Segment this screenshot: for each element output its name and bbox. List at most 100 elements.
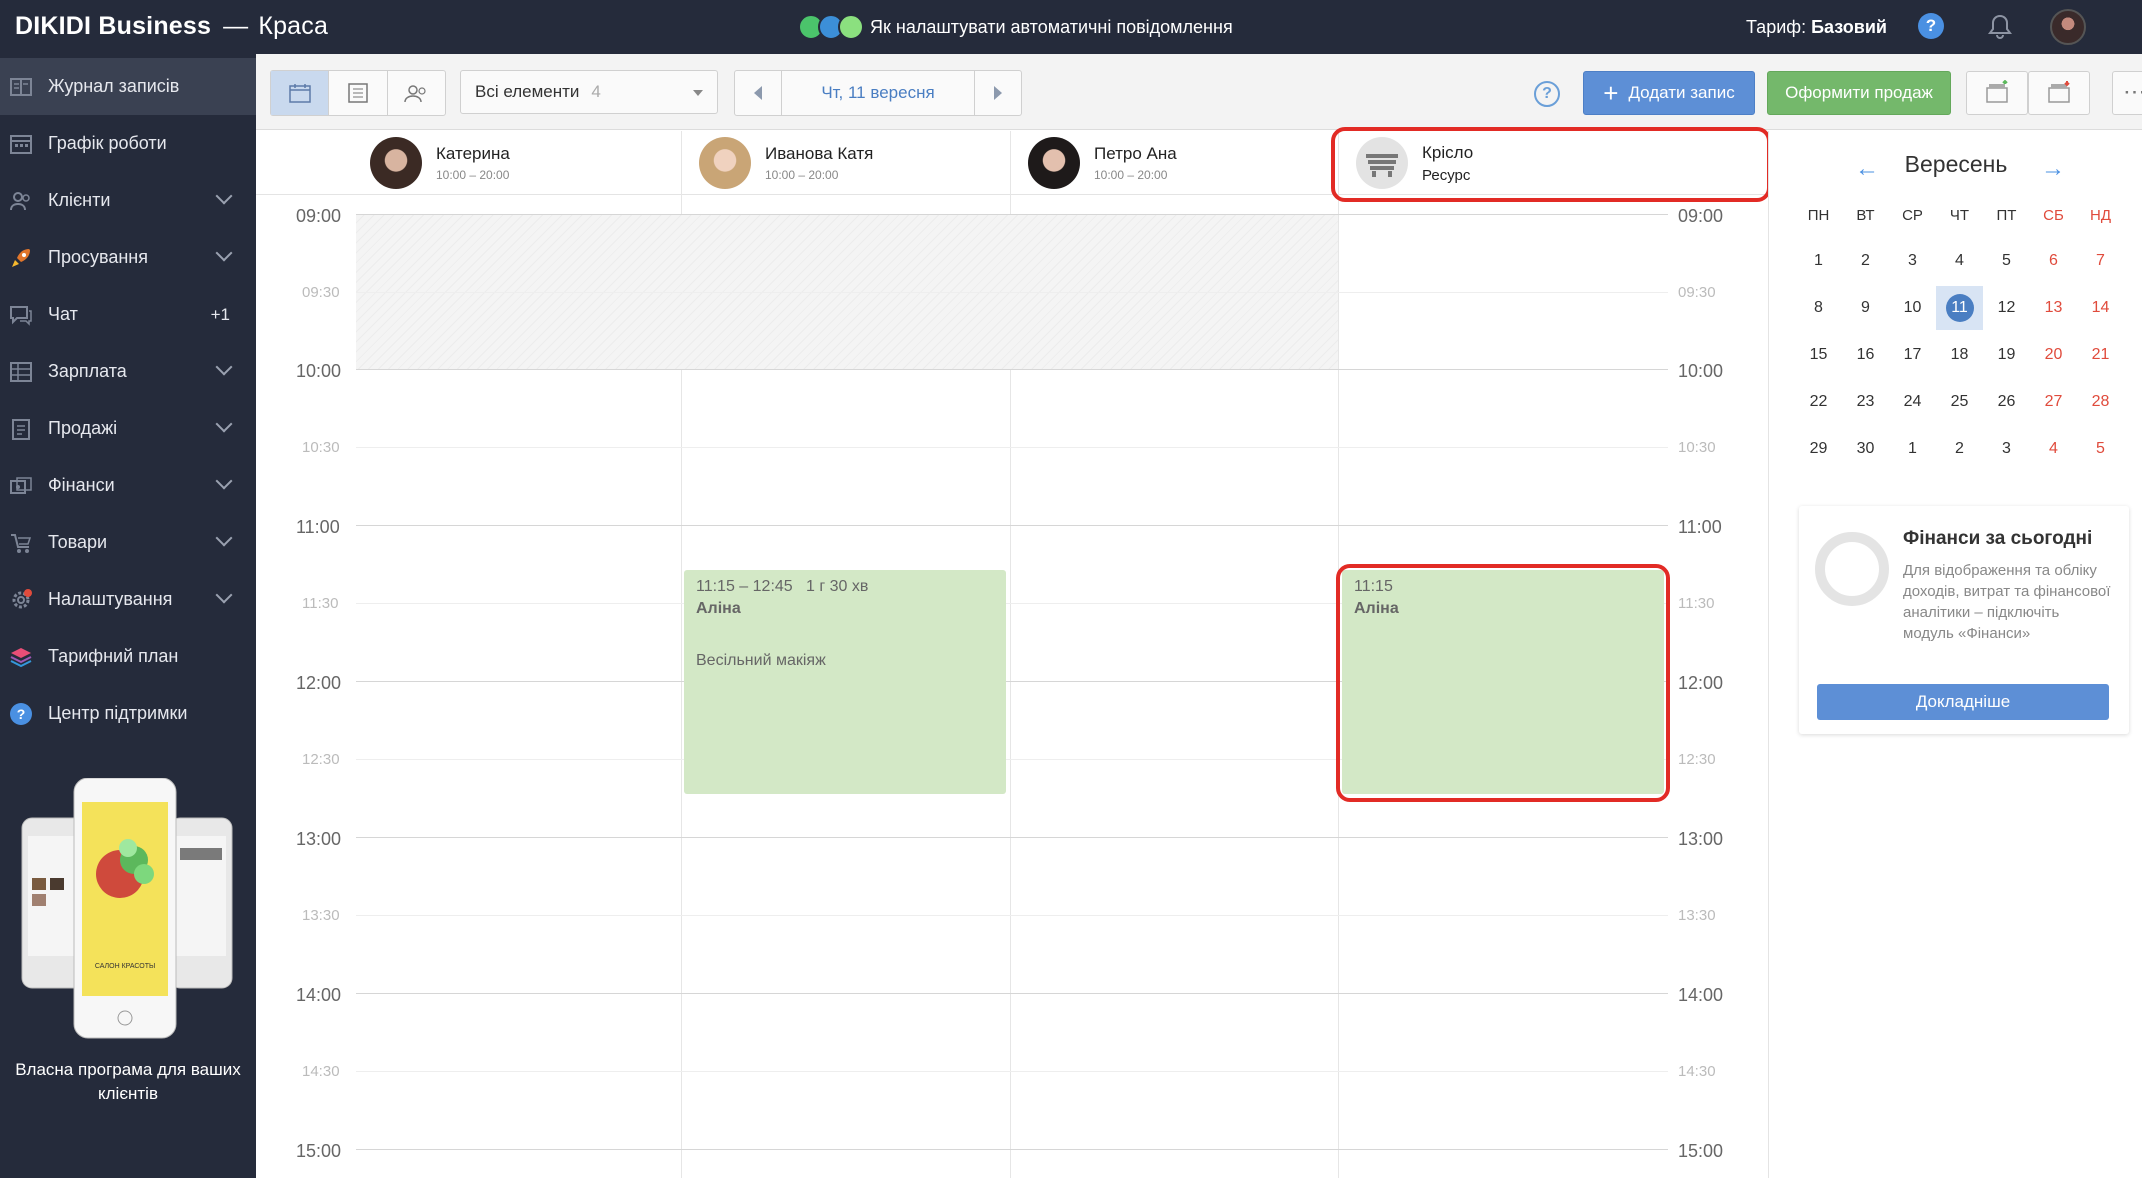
sidebar-item-salary[interactable]: Зарплата bbox=[0, 343, 256, 400]
sidebar-item-goods[interactable]: Товари bbox=[0, 514, 256, 571]
sidebar-item-journal[interactable]: Журнал записів bbox=[0, 58, 256, 115]
calendar-day[interactable]: 3 bbox=[1983, 427, 2030, 471]
staff-avatar bbox=[699, 137, 751, 189]
calendar-day[interactable]: 7 bbox=[2077, 239, 2124, 283]
list-view-button[interactable] bbox=[329, 71, 388, 115]
promo-text: Як налаштувати автоматичні повідомлення bbox=[870, 16, 1233, 37]
sidebar-item-label: Графік роботи bbox=[48, 133, 167, 153]
calendar-day[interactable]: 18 bbox=[1936, 333, 1983, 377]
sidebar-item-schedule[interactable]: Графік роботи bbox=[0, 115, 256, 172]
settings-icon bbox=[8, 587, 34, 613]
calendar-day[interactable]: 3 bbox=[1889, 239, 1936, 283]
sidebar-item-tariff[interactable]: Тарифний план bbox=[0, 628, 256, 685]
finance-more-button[interactable]: Докладніше bbox=[1817, 684, 2109, 720]
column-header-staff[interactable]: Катерина 10:00 – 20:00 bbox=[370, 131, 510, 195]
column-header-staff[interactable]: Петро Ана 10:00 – 20:00 bbox=[1028, 131, 1177, 195]
time-label: 13:00 bbox=[296, 829, 342, 849]
calendar-day[interactable]: 4 bbox=[2030, 427, 2077, 471]
calendar-day[interactable]: 30 bbox=[1842, 427, 1889, 471]
bell-icon[interactable] bbox=[1985, 12, 2015, 42]
sidebar-item-sales[interactable]: Продажі bbox=[0, 400, 256, 457]
sidebar-item-clients[interactable]: Клієнти bbox=[0, 172, 256, 229]
sidebar-item-settings[interactable]: Налаштування bbox=[0, 571, 256, 628]
calendar-day[interactable]: 5 bbox=[2077, 427, 2124, 471]
current-date[interactable]: Чт, 11 вересня bbox=[781, 71, 975, 115]
salary-icon bbox=[8, 359, 34, 385]
app-promo-image[interactable]: САЛОН КРАСОТЫ bbox=[20, 777, 235, 1048]
add-appointment-label: Додати запис bbox=[1628, 83, 1735, 102]
calendar-day[interactable]: 29 bbox=[1795, 427, 1842, 471]
promo-banner[interactable]: Як налаштувати автоматичні повідомлення bbox=[798, 9, 1233, 45]
calendar-day[interactable]: 12 bbox=[1983, 286, 2030, 330]
highlight-resource-booking bbox=[1336, 564, 1670, 802]
calendar-day[interactable]: 8 bbox=[1795, 286, 1842, 330]
brand[interactable]: DIKIDI Business — Краса bbox=[15, 12, 328, 41]
staff-view-button[interactable] bbox=[388, 71, 445, 115]
next-month-icon[interactable]: → bbox=[2041, 155, 2065, 183]
rocket-icon bbox=[8, 245, 34, 271]
calendar-day[interactable]: 17 bbox=[1889, 333, 1936, 377]
time-label: 09:30 bbox=[302, 284, 340, 301]
add-appointment-button[interactable]: + Додати запис bbox=[1583, 71, 1755, 115]
filter-label: Всі елементи bbox=[475, 82, 580, 101]
calendar-day[interactable]: 19 bbox=[1983, 333, 2030, 377]
sidebar-item-promotion[interactable]: Просування bbox=[0, 229, 256, 286]
appointment-card[interactable]: 11:15 – 12:45 1 г 30 хв Аліна Весільний … bbox=[684, 570, 1006, 794]
help-icon[interactable]: ? bbox=[1918, 13, 1944, 39]
calendar-day[interactable]: 2 bbox=[1842, 239, 1889, 283]
next-day-button[interactable] bbox=[975, 71, 1021, 115]
calendar-day[interactable]: 1 bbox=[1889, 427, 1936, 471]
weekday-label: ПТ bbox=[1996, 206, 2017, 224]
calendar-day[interactable]: 15 bbox=[1795, 333, 1842, 377]
calendar-day[interactable]: 25 bbox=[1936, 380, 1983, 424]
calendar-day[interactable]: 2 bbox=[1936, 427, 1983, 471]
calendar-day[interactable]: 22 bbox=[1795, 380, 1842, 424]
column-header-staff[interactable]: Иванова Катя 10:00 – 20:00 bbox=[699, 131, 873, 195]
calendar-day[interactable]: 16 bbox=[1842, 333, 1889, 377]
cash-in-icon bbox=[1986, 80, 2008, 103]
help-icon[interactable]: ? bbox=[1534, 81, 1560, 107]
calendar-day[interactable]: 10 bbox=[1889, 286, 1936, 330]
calendar-day[interactable]: 26 bbox=[1983, 380, 2030, 424]
calendar-day[interactable]: 21 bbox=[2077, 333, 2124, 377]
sidebar-item-finance[interactable]: Фінанси bbox=[0, 457, 256, 514]
half-hour-line bbox=[356, 292, 1668, 293]
calendar-day[interactable]: 14 bbox=[2077, 286, 2124, 330]
create-sale-button[interactable]: Оформити продаж bbox=[1767, 71, 1951, 115]
calendar-day[interactable]: 13 bbox=[2030, 286, 2077, 330]
calendar-day-selected[interactable]: 11 bbox=[1936, 286, 1983, 330]
half-hour-line bbox=[356, 1071, 1668, 1072]
sidebar-item-chat[interactable]: Чат +1 bbox=[0, 286, 256, 343]
elements-filter-select[interactable]: Всі елементи 4 bbox=[460, 70, 718, 114]
calendar-day[interactable]: 6 bbox=[2030, 239, 2077, 283]
chevron-down-icon bbox=[215, 415, 233, 433]
calendar-day[interactable]: 23 bbox=[1842, 380, 1889, 424]
prev-day-button[interactable] bbox=[735, 71, 781, 115]
income-button[interactable] bbox=[1966, 71, 2028, 115]
calendar-day[interactable]: 1 bbox=[1795, 239, 1842, 283]
chevron-down-icon bbox=[215, 244, 233, 262]
weekday-label: СБ bbox=[2043, 206, 2064, 224]
time-label: 12:00 bbox=[296, 673, 342, 693]
chevron-down-icon bbox=[215, 529, 233, 547]
time-label: 14:30 bbox=[1678, 1063, 1716, 1080]
weekday-label: ПН bbox=[1807, 206, 1830, 224]
calendar-day[interactable]: 24 bbox=[1889, 380, 1936, 424]
calendar-day[interactable]: 27 bbox=[2030, 380, 2077, 424]
sidebar-item-support[interactable]: ? Центр підтримки bbox=[0, 685, 256, 742]
calendar-day[interactable]: 4 bbox=[1936, 239, 1983, 283]
plus-icon: + bbox=[1603, 78, 1619, 108]
tariff-info[interactable]: Тариф: Базовий bbox=[1746, 17, 1887, 38]
expense-button[interactable] bbox=[2028, 71, 2090, 115]
time-label: 12:30 bbox=[302, 751, 340, 768]
calendar-day[interactable]: 5 bbox=[1983, 239, 2030, 283]
calendar-day[interactable]: 28 bbox=[2077, 380, 2124, 424]
calendar-day[interactable]: 20 bbox=[2030, 333, 2077, 377]
calendar-day[interactable]: 9 bbox=[1842, 286, 1889, 330]
user-avatar[interactable] bbox=[2050, 9, 2086, 45]
app-promo-text[interactable]: Власна програма для ваших клієнтів bbox=[0, 1058, 256, 1106]
more-button[interactable]: ··· bbox=[2112, 71, 2142, 115]
time-label: 11:00 bbox=[1678, 517, 1722, 537]
chevron-down-icon bbox=[215, 472, 233, 490]
calendar-view-button[interactable] bbox=[271, 71, 330, 115]
